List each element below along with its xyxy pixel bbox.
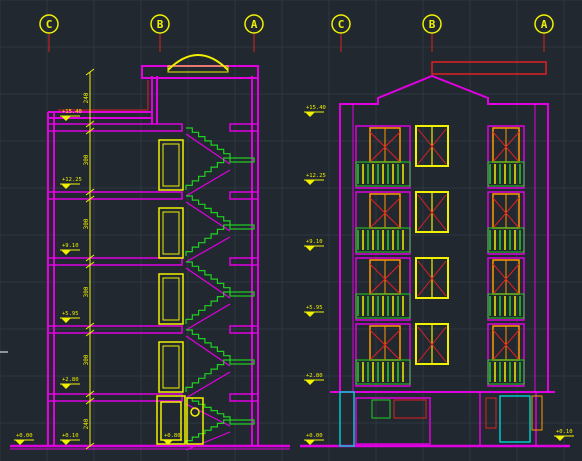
parapet-red (431, 61, 547, 75)
axis-bubble-a-right: A (534, 14, 554, 52)
level-mark: +0.80 (162, 433, 182, 445)
axis-bubble-b-right: B (422, 14, 442, 52)
axis-label: A (251, 18, 258, 31)
axis-label: A (541, 18, 548, 31)
level-label: +2.80 (62, 377, 79, 383)
level-label: +0.80 (164, 433, 181, 439)
section-drawing: C B A 240300300300300240 +15.40+12.25+9.… (10, 14, 290, 451)
window-center (415, 191, 449, 233)
level-label: +0.10 (556, 429, 573, 435)
level-mark: +5.95 (60, 311, 80, 323)
dimension-label: 300 (83, 286, 90, 297)
level-label: +9.10 (306, 239, 323, 245)
landing-slab (229, 393, 259, 402)
front-elevation-drawing: C B A +15.40+12.25+9.10+5.95+2.80+0.10+0… (300, 14, 574, 448)
dimension-label: 300 (83, 218, 90, 229)
balcony-window-right (487, 257, 525, 321)
balcony-window-left (355, 191, 411, 255)
dimension-label: 240 (83, 92, 90, 103)
window-center (415, 257, 449, 299)
balcony-window-right (487, 125, 525, 189)
landing-slab (229, 257, 259, 266)
level-mark: +2.80 (304, 373, 324, 385)
stair-upper-flight (186, 195, 231, 225)
level-mark-ground: +0.00 (14, 433, 34, 445)
stair-doors (158, 139, 184, 393)
vertical-dimension-line: 240 300 300 300 300 240 (83, 68, 95, 450)
level-label: +12.25 (306, 173, 326, 179)
roof-dome (167, 54, 229, 71)
level-label: +9.10 (62, 243, 79, 249)
landing-slab (229, 123, 259, 132)
level-mark: +5.95 (304, 305, 324, 317)
level-label: +0.00 (306, 433, 323, 439)
level-label: +15.40 (306, 105, 326, 111)
level-label: +0.10 (62, 433, 79, 439)
floor-slab (47, 257, 183, 266)
window-center (415, 323, 449, 365)
axis-bubble-a-left: A (244, 14, 264, 52)
level-label: +5.95 (306, 305, 323, 311)
axis-label: C (46, 18, 53, 31)
axis-label: C (338, 18, 345, 31)
level-mark: +2.80 (60, 377, 80, 389)
dimension-label: 240 (83, 418, 90, 429)
floor-slab (47, 123, 183, 132)
level-mark: +12.25 (304, 173, 326, 185)
balcony-window-left (355, 257, 411, 321)
balcony-window-left (355, 323, 411, 387)
axis-label: B (429, 18, 436, 31)
level-mark: +12.25 (60, 177, 82, 189)
dimension-label: 300 (83, 154, 90, 165)
level-mark: +0.10 (60, 433, 80, 445)
level-mark-ground: +0.00 (304, 433, 324, 445)
axis-bubble-c-left: C (39, 14, 59, 52)
stair-upper-flight (186, 127, 231, 158)
axis-bubble-b-left: B (150, 14, 170, 52)
balcony-window-left (355, 125, 411, 189)
stair-upper-flight (186, 329, 231, 360)
level-label: +15.40 (62, 109, 82, 115)
level-label: +0.00 (16, 433, 33, 439)
balcony-window-right (487, 191, 525, 255)
cad-drawing-canvas[interactable]: C B A 240300300300300240 +15.40+12.25+9.… (0, 0, 582, 461)
axis-bubble-c-right: C (331, 14, 351, 52)
floor-slab (47, 393, 183, 402)
balcony-window-right (487, 323, 525, 387)
facade-outline (300, 74, 570, 448)
level-label: +2.80 (306, 373, 323, 379)
level-mark: +15.40 (304, 105, 326, 117)
level-mark: +15.40 (60, 109, 82, 121)
floor-slab (47, 191, 183, 200)
level-label: +5.95 (62, 311, 79, 317)
stair-upper-flight (186, 261, 231, 292)
landing-slab (229, 191, 259, 200)
level-mark: +9.10 (60, 243, 80, 255)
level-mark: +9.10 (304, 239, 324, 251)
facade-windows (355, 125, 525, 387)
dimension-label: 300 (83, 354, 90, 365)
window-center (415, 125, 449, 167)
ground-floor-openings (339, 391, 543, 447)
axis-label: B (157, 18, 164, 31)
level-label: +12.25 (62, 177, 82, 183)
